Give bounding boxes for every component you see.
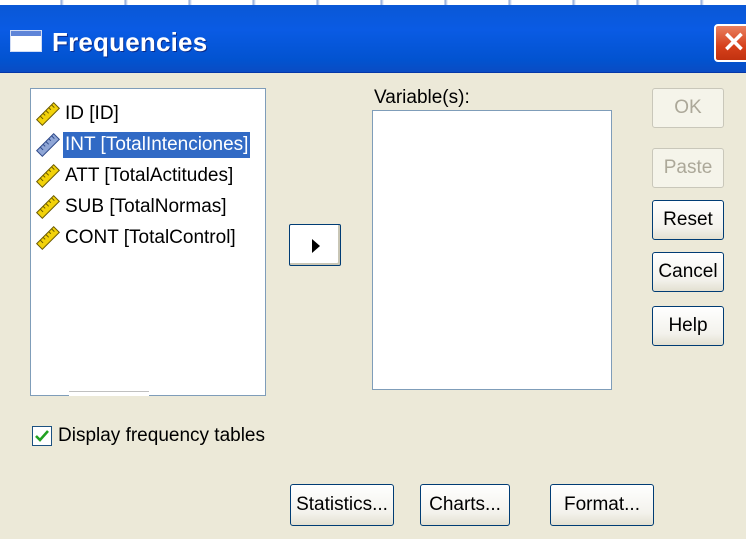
ruler-icon: [35, 225, 61, 251]
ruler-icon: [35, 163, 61, 189]
list-item-cont[interactable]: CONT [TotalControl]: [35, 223, 263, 253]
ruler-icon: [35, 194, 61, 220]
right-arrow-icon: [312, 239, 320, 253]
display-frequency-tables-label: Display frequency tables: [58, 425, 265, 446]
window-title: Frequencies: [52, 27, 208, 57]
window-icon: [10, 30, 42, 52]
list-item-label: CONT [TotalControl]: [65, 227, 236, 248]
close-button[interactable]: ×: [714, 24, 746, 62]
ruler-icon: [35, 101, 61, 127]
charts-button[interactable]: Charts...: [420, 484, 510, 526]
ok-button[interactable]: OK: [652, 88, 724, 128]
source-variable-list[interactable]: ID [ID] INT [TotalIntenciones] ATT [Tota…: [30, 88, 266, 396]
statistics-button[interactable]: Statistics...: [290, 484, 394, 526]
move-variable-button[interactable]: [289, 224, 341, 266]
list-item-label: ATT [TotalActitudes]: [65, 165, 234, 186]
list-item-sub[interactable]: SUB [TotalNormas]: [35, 192, 263, 222]
selected-variables-list[interactable]: [372, 110, 612, 390]
paste-button[interactable]: Paste: [652, 148, 724, 188]
checkmark-icon: [35, 430, 49, 442]
list-scroll-edge: [69, 391, 149, 396]
list-item-label: INT [TotalIntenciones]: [63, 132, 251, 158]
list-item-label: ID [ID]: [65, 103, 119, 124]
list-item-label: SUB [TotalNormas]: [65, 196, 227, 217]
format-button[interactable]: Format...: [550, 484, 654, 526]
variables-label: Variable(s):: [374, 87, 470, 108]
cancel-button[interactable]: Cancel: [652, 252, 724, 292]
display-frequency-tables-checkbox[interactable]: [32, 426, 52, 446]
list-item-id[interactable]: ID [ID]: [35, 99, 263, 129]
reset-button[interactable]: Reset: [652, 200, 724, 240]
title-bar-strip: [0, 0, 746, 5]
title-bar[interactable]: Frequencies ×: [0, 0, 746, 73]
list-item-att[interactable]: ATT [TotalActitudes]: [35, 161, 263, 191]
ruler-icon: [35, 132, 61, 158]
list-item-int[interactable]: INT [TotalIntenciones]: [35, 130, 263, 160]
help-button[interactable]: Help: [652, 306, 724, 346]
